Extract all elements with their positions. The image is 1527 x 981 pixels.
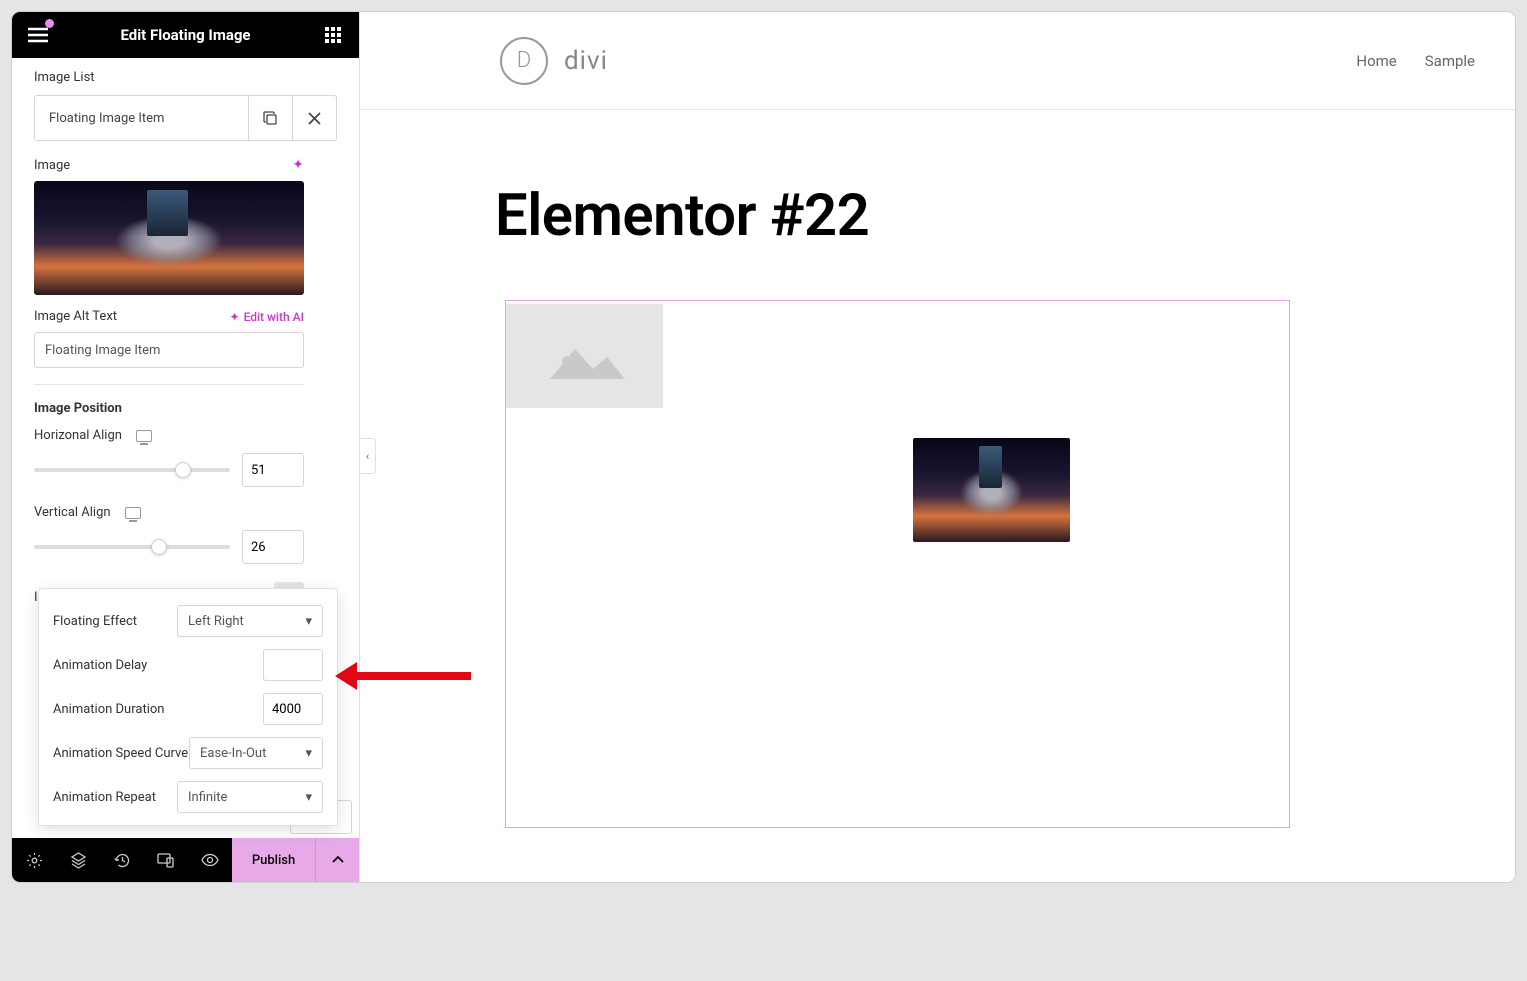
image-list-label: Image List	[34, 70, 337, 85]
placeholder-image	[506, 304, 663, 408]
publish-button[interactable]: Publish	[232, 838, 315, 882]
remove-button[interactable]	[292, 96, 336, 140]
page-heading: Elementor #22	[495, 182, 1515, 250]
desktop-icon[interactable]	[136, 430, 152, 442]
nav-link-sample[interactable]: Sample	[1425, 52, 1475, 70]
edit-with-ai-link[interactable]: ✦Edit with AI	[230, 310, 305, 324]
animation-duration-input[interactable]	[263, 693, 323, 725]
alt-text-label: Image Alt Text	[34, 309, 117, 324]
v-align-value[interactable]	[242, 530, 304, 564]
image-preview[interactable]	[34, 181, 304, 295]
logo-icon: D	[500, 37, 548, 85]
history-icon[interactable]	[100, 838, 144, 882]
h-align-label: Horizonal Align	[34, 428, 122, 443]
sidebar-footer: Publish	[12, 838, 359, 882]
image-position-label: Image Position	[34, 401, 337, 416]
editor-sidebar: Edit Floating Image Image List Floating …	[12, 12, 360, 882]
floating-effect-label: Floating Effect	[53, 614, 137, 629]
logo-text: divi	[564, 46, 608, 76]
animation-popover: Floating Effect Left Right ▾ Animation D…	[38, 588, 338, 826]
floating-effect-select[interactable]: Left Right ▾	[177, 605, 323, 637]
animation-curve-select[interactable]: Ease-In-Out ▾	[189, 737, 323, 769]
nav-links: Home Sample	[1356, 52, 1475, 70]
image-field-label: Image	[34, 158, 70, 173]
preview-icon[interactable]	[188, 838, 232, 882]
nav-link-home[interactable]: Home	[1356, 52, 1396, 70]
settings-icon[interactable]	[12, 838, 56, 882]
navigator-icon[interactable]	[56, 838, 100, 882]
sidebar-header: Edit Floating Image	[12, 12, 359, 58]
animation-duration-label: Animation Duration	[53, 702, 164, 717]
animation-delay-label: Animation Delay	[53, 658, 147, 673]
notification-dot-icon	[45, 19, 54, 28]
collapse-sidebar-button[interactable]: ‹	[360, 438, 376, 474]
duplicate-button[interactable]	[248, 96, 292, 140]
floating-image-item-row[interactable]: Floating Image Item	[34, 95, 337, 141]
canvas: ‹ D divi Home Sample Elementor #22	[360, 12, 1515, 882]
desktop-icon[interactable]	[125, 507, 141, 519]
ai-sparkle-icon[interactable]: ✦	[292, 157, 304, 173]
chevron-down-icon: ▾	[305, 614, 312, 629]
apps-grid-icon[interactable]	[319, 21, 347, 49]
v-align-slider[interactable]	[34, 545, 230, 549]
floating-image-widget[interactable]	[505, 300, 1290, 828]
app-frame: Edit Floating Image Image List Floating …	[12, 12, 1515, 882]
site-top-bar: D divi Home Sample	[360, 12, 1515, 110]
h-align-slider[interactable]	[34, 468, 230, 472]
publish-options-button[interactable]	[315, 838, 359, 882]
responsive-icon[interactable]	[144, 838, 188, 882]
h-align-value[interactable]	[242, 453, 304, 487]
animation-delay-input[interactable]	[263, 649, 323, 681]
menu-icon[interactable]	[24, 21, 52, 49]
v-align-label: Vertical Align	[34, 505, 111, 520]
animation-curve-label: Animation Speed Curve	[53, 746, 188, 761]
chevron-down-icon: ▾	[305, 746, 312, 761]
item-name: Floating Image Item	[35, 96, 248, 140]
animation-repeat-select[interactable]: Infinite ▾	[177, 781, 323, 813]
floating-image-preview	[913, 438, 1070, 542]
sidebar-title: Edit Floating Image	[52, 26, 319, 44]
animation-repeat-label: Animation Repeat	[53, 790, 156, 805]
ai-sparkle-icon: ✦	[230, 310, 240, 324]
divider	[34, 384, 304, 385]
annotation-arrow	[351, 672, 471, 680]
alt-text-input[interactable]	[34, 332, 304, 368]
chevron-down-icon: ▾	[305, 790, 312, 805]
